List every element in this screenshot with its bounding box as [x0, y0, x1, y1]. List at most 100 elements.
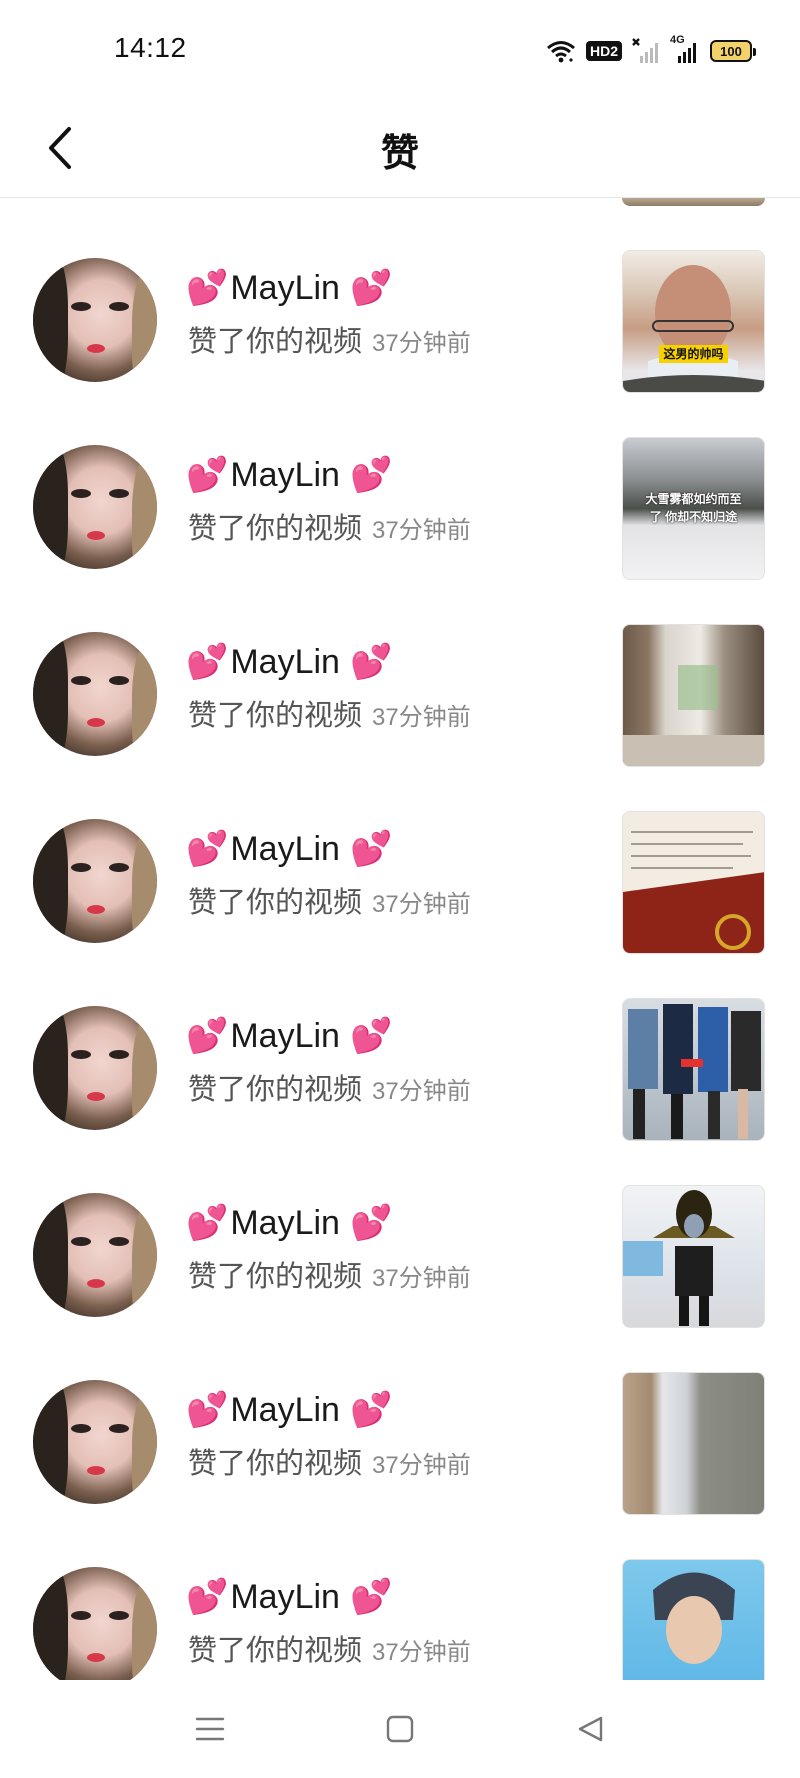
time-text: 37分钟前	[372, 1639, 471, 1666]
avatar[interactable]	[33, 1006, 157, 1130]
action-line: 赞了你的视频 37分钟前	[188, 1066, 471, 1108]
heart-icon: 💕	[349, 1391, 393, 1429]
action-line: 赞了你的视频 37分钟前	[188, 692, 471, 734]
list-item[interactable]: 💕 MayLin 💕 赞了你的视频 37分钟前 这男的帅吗	[0, 250, 800, 437]
thumbnail-caption: 大雪雾都如约而至了 你却不知归途	[645, 492, 742, 524]
list-item[interactable]: 💕 MayLin 💕 赞了你的视频 37分钟前	[0, 624, 800, 811]
action-text: 赞了你的视频	[188, 1635, 363, 1667]
battery-icon: 100	[710, 40, 756, 62]
heart-icon: 💕	[186, 1391, 229, 1429]
heart-icon: 💕	[186, 269, 229, 307]
username[interactable]: MayLin	[230, 1204, 340, 1243]
action-text: 赞了你的视频	[188, 1448, 363, 1480]
username-line[interactable]: 💕 MayLin 💕	[186, 1014, 392, 1058]
username[interactable]: MayLin	[230, 1017, 340, 1056]
action-line: 赞了你的视频 37分钟前	[188, 879, 471, 921]
heart-icon: 💕	[349, 269, 393, 307]
video-thumbnail[interactable]	[622, 811, 765, 954]
video-thumbnail[interactable]	[622, 1559, 765, 1680]
partial-thumbnail[interactable]	[622, 198, 765, 206]
navigation-bar	[0, 1680, 800, 1778]
no-signal-icon	[632, 38, 660, 64]
list-item[interactable]: 💕 MayLin 💕 赞了你的视频 37分钟前	[0, 811, 800, 998]
list-item[interactable]: 💕 MayLin 💕 赞了你的视频 37分钟前 大雪雾都如约而至了 你却不知归途	[0, 437, 800, 624]
network-label: 4G	[670, 34, 685, 46]
username[interactable]: MayLin	[230, 1578, 340, 1617]
time-text: 37分钟前	[372, 891, 471, 918]
username-line[interactable]: 💕 MayLin 💕	[186, 827, 392, 871]
home-button[interactable]	[370, 1704, 430, 1754]
time-text: 37分钟前	[372, 1452, 471, 1479]
video-thumbnail[interactable]	[622, 1185, 765, 1328]
status-time: 14:12	[114, 32, 187, 63]
time-text: 37分钟前	[372, 517, 471, 544]
action-line: 赞了你的视频 37分钟前	[188, 1627, 471, 1669]
action-text: 赞了你的视频	[188, 1261, 363, 1293]
list-item[interactable]: 💕 MayLin 💕 赞了你的视频 37分钟前	[0, 998, 800, 1185]
avatar[interactable]	[33, 1193, 157, 1317]
username-line[interactable]: 💕 MayLin 💕	[186, 1575, 392, 1619]
system-back-button[interactable]	[560, 1704, 620, 1754]
username-line[interactable]: 💕 MayLin 💕	[186, 640, 392, 684]
avatar[interactable]	[33, 445, 157, 569]
thumbnail-caption: 这男的帅吗	[623, 345, 764, 363]
avatar[interactable]	[33, 1567, 157, 1680]
home-square-icon	[386, 1715, 414, 1743]
avatar[interactable]	[33, 258, 157, 382]
action-text: 赞了你的视频	[188, 513, 363, 545]
menu-icon	[195, 1717, 225, 1741]
status-bar: 14:12 HD2 4G 100	[0, 0, 800, 100]
back-triangle-icon	[578, 1716, 603, 1742]
action-text: 赞了你的视频	[188, 700, 363, 732]
username-line[interactable]: 💕 MayLin 💕	[186, 266, 392, 310]
username[interactable]: MayLin	[230, 1391, 340, 1430]
action-text: 赞了你的视频	[188, 887, 363, 919]
avatar[interactable]	[33, 819, 157, 943]
username-line[interactable]: 💕 MayLin 💕	[186, 453, 392, 497]
action-line: 赞了你的视频 37分钟前	[188, 1440, 471, 1482]
action-line: 赞了你的视频 37分钟前	[188, 1253, 471, 1295]
wifi-icon	[546, 39, 576, 63]
heart-icon: 💕	[186, 830, 229, 868]
signal-4g-icon: 4G	[670, 34, 700, 64]
hd-icon: HD2	[585, 41, 622, 61]
username[interactable]: MayLin	[230, 269, 340, 308]
video-thumbnail[interactable]	[622, 1372, 765, 1515]
time-text: 37分钟前	[372, 1265, 471, 1292]
video-thumbnail[interactable]	[622, 998, 765, 1141]
battery-level: 100	[720, 43, 742, 59]
avatar[interactable]	[33, 632, 157, 756]
time-text: 37分钟前	[372, 330, 471, 357]
heart-icon: 💕	[349, 1578, 393, 1616]
list-item[interactable]: 💕 MayLin 💕 赞了你的视频 37分钟前	[0, 1185, 800, 1372]
heart-icon: 💕	[349, 1017, 393, 1055]
menu-button[interactable]	[180, 1704, 240, 1754]
username-line[interactable]: 💕 MayLin 💕	[186, 1201, 392, 1245]
username[interactable]: MayLin	[230, 456, 340, 495]
list-item[interactable]: 💕 MayLin 💕 赞了你的视频 37分钟前	[0, 1372, 800, 1559]
heart-icon: 💕	[186, 456, 229, 494]
action-line: 赞了你的视频 37分钟前	[188, 505, 471, 547]
username-line[interactable]: 💕 MayLin 💕	[186, 1388, 392, 1432]
video-thumbnail[interactable]: 这男的帅吗	[622, 250, 765, 393]
heart-icon: 💕	[349, 456, 393, 494]
list-item[interactable]: 💕 MayLin 💕 赞了你的视频 37分钟前	[0, 1559, 800, 1680]
heart-icon: 💕	[186, 1204, 229, 1242]
heart-icon: 💕	[186, 1578, 229, 1616]
action-line: 赞了你的视频 37分钟前	[188, 318, 471, 360]
action-text: 赞了你的视频	[188, 1074, 363, 1106]
video-thumbnail[interactable]	[622, 624, 765, 767]
heart-icon: 💕	[349, 830, 393, 868]
username[interactable]: MayLin	[230, 830, 340, 869]
username[interactable]: MayLin	[230, 643, 340, 682]
page-title: 赞	[380, 133, 419, 175]
time-text: 37分钟前	[372, 1078, 471, 1105]
heart-icon: 💕	[349, 643, 393, 681]
avatar[interactable]	[33, 1380, 157, 1504]
heart-icon: 💕	[186, 1017, 229, 1055]
time-text: 37分钟前	[372, 704, 471, 731]
title-bar: 赞	[0, 100, 800, 198]
video-thumbnail[interactable]: 大雪雾都如约而至了 你却不知归途	[622, 437, 765, 580]
heart-icon: 💕	[186, 643, 229, 681]
like-notification-list[interactable]: 💕 MayLin 💕 赞了你的视频 37分钟前 这男的帅吗 💕 MayLin 💕	[0, 250, 800, 1680]
